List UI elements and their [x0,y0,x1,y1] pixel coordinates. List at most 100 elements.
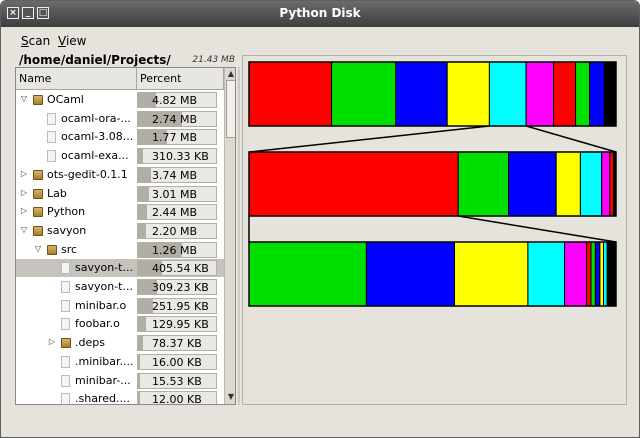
tree-row-size: 310.33 KB [152,150,209,164]
menu-scan-accel: S [21,34,29,48]
tree-row[interactable]: ▽ src 1.26 MB [16,241,224,259]
size-percent-bar: 78.37 KB [137,335,217,352]
tree-row-name: savyon [47,223,87,237]
usage-segment[interactable] [575,61,591,127]
file-icon [61,299,70,312]
menu-view[interactable]: View [58,34,86,48]
size-percent-fill [138,317,146,332]
usage-segment[interactable] [331,61,397,127]
usage-segment[interactable] [395,61,448,127]
zoom-connector-line [248,125,490,153]
usage-segment[interactable] [248,241,367,307]
usage-segment[interactable] [446,61,490,127]
usage-segment[interactable] [603,61,617,127]
size-percent-bar: 2.20 MB [137,222,217,239]
size-percent-fill [138,167,151,182]
size-percent-bar: 2.74 MB [137,110,217,127]
tree-row-name: .shared.... [75,392,130,405]
usage-segment[interactable] [564,241,588,307]
tree-row[interactable]: ▽ savyon 2.20 MB [16,222,224,240]
expander-closed-icon[interactable]: ▷ [47,337,57,347]
tree-row[interactable]: ▷ Python 2.44 MB [16,203,224,221]
expander-closed-icon[interactable]: ▷ [19,188,29,198]
file-icon [61,355,70,368]
usage-segment[interactable] [527,241,566,307]
tree-row[interactable]: savyon-t... 309.23 KB [16,278,224,296]
file-tree[interactable]: Name Percent ▽ OCaml 4.82 MB ocaml-ora-... 2… [15,67,236,405]
tree-row-size: 2.74 MB [152,112,198,126]
column-header-percent[interactable]: Percent [137,68,224,90]
usage-segment[interactable] [606,241,617,307]
tree-row[interactable]: ocaml-3.08... 1.77 MB [16,128,224,146]
expander-closed-icon[interactable]: ▷ [19,206,29,216]
tree-row[interactable]: ocaml-exa... 310.33 KB [16,147,224,165]
tree-row[interactable]: savyon-t... 405.54 KB [16,259,224,278]
expander-open-icon[interactable]: ▽ [19,94,29,104]
menu-scan[interactable]: Scan [21,34,50,48]
size-percent-bar: 3.74 MB [137,166,217,183]
usage-segment[interactable] [525,61,555,127]
expander-open-icon[interactable]: ▽ [19,225,29,235]
size-percent-bar: 1.77 MB [137,129,217,146]
tree-row-size: 15.53 KB [152,374,202,388]
folder-icon [47,244,57,255]
usage-segment[interactable] [454,241,529,307]
usage-bar[interactable] [248,151,617,217]
column-header-name[interactable]: Name [16,68,137,90]
column-header-percent-label: Percent [140,72,182,85]
tree-row-name: ocaml-ora-... [61,111,131,125]
file-icon [61,281,70,293]
title-bar[interactable]: × _ □ Python Disk [1,1,639,27]
usage-segment[interactable] [508,151,557,217]
tree-row[interactable]: .shared.... 12.00 KB [16,390,224,405]
tree-row-name: OCaml [47,93,84,106]
usage-segment[interactable] [589,61,605,127]
pane-divider[interactable] [238,67,240,405]
tree-row[interactable]: ▽ OCaml 4.82 MB [16,91,224,109]
folder-icon [33,188,43,199]
tree-row[interactable]: .minibar.... 16.00 KB [16,353,224,371]
file-icon [61,318,70,331]
tree-row[interactable]: ocaml-ora-... 2.74 MB [16,110,224,128]
scroll-up-icon[interactable]: ▲ [226,69,235,79]
file-icon [61,374,70,387]
usage-segment[interactable] [555,151,581,217]
usage-segment[interactable] [590,241,596,307]
usage-segment[interactable] [365,241,455,307]
tree-row[interactable]: minibar-... 15.53 KB [16,372,224,390]
usage-segment[interactable] [586,241,592,307]
menu-view-label: iew [65,34,87,48]
size-percent-fill [138,186,149,201]
tree-row[interactable]: minibar.o 251.95 KB [16,297,224,315]
tree-row[interactable]: ▷ ots-gedit-0.1.1 3.74 MB [16,166,224,184]
usage-segment[interactable] [603,241,608,307]
usage-visualization [242,55,627,405]
vertical-scrollbar[interactable]: ▲ ▼ [224,68,235,404]
usage-segment[interactable] [248,61,333,127]
usage-segment[interactable] [248,151,459,217]
tree-row-size: 78.37 KB [152,337,202,351]
usage-segment[interactable] [594,241,601,307]
tree-row-name: savyon-t... [75,261,133,275]
tree-row-name: ocaml-exa... [61,149,129,163]
usage-segment[interactable] [553,61,577,127]
expander-closed-icon[interactable]: ▷ [19,169,29,179]
usage-bar[interactable] [248,61,617,127]
scrollbar-thumb[interactable] [226,80,235,138]
size-percent-bar: 4.82 MB [137,92,217,108]
usage-segment[interactable] [457,151,509,217]
column-header-name-label: Name [19,72,52,85]
tree-row-name: Python [47,205,86,219]
usage-segment[interactable] [601,151,611,217]
window-title: Python Disk [279,6,361,20]
usage-bar[interactable] [248,241,617,307]
size-percent-bar: 3.01 MB [137,185,217,202]
usage-segment[interactable] [579,151,603,217]
scroll-down-icon[interactable]: ▼ [226,392,235,402]
tree-row[interactable]: ▷ Lab 3.01 MB [16,185,224,203]
expander-open-icon[interactable]: ▽ [33,244,43,254]
usage-segment[interactable] [488,61,527,127]
tree-row[interactable]: foobar.o 129.95 KB [16,315,224,333]
tree-row[interactable]: ▷ .deps 78.37 KB [16,334,224,352]
app-window: × _ □ Python Disk Scan View /home/daniel… [0,0,640,438]
